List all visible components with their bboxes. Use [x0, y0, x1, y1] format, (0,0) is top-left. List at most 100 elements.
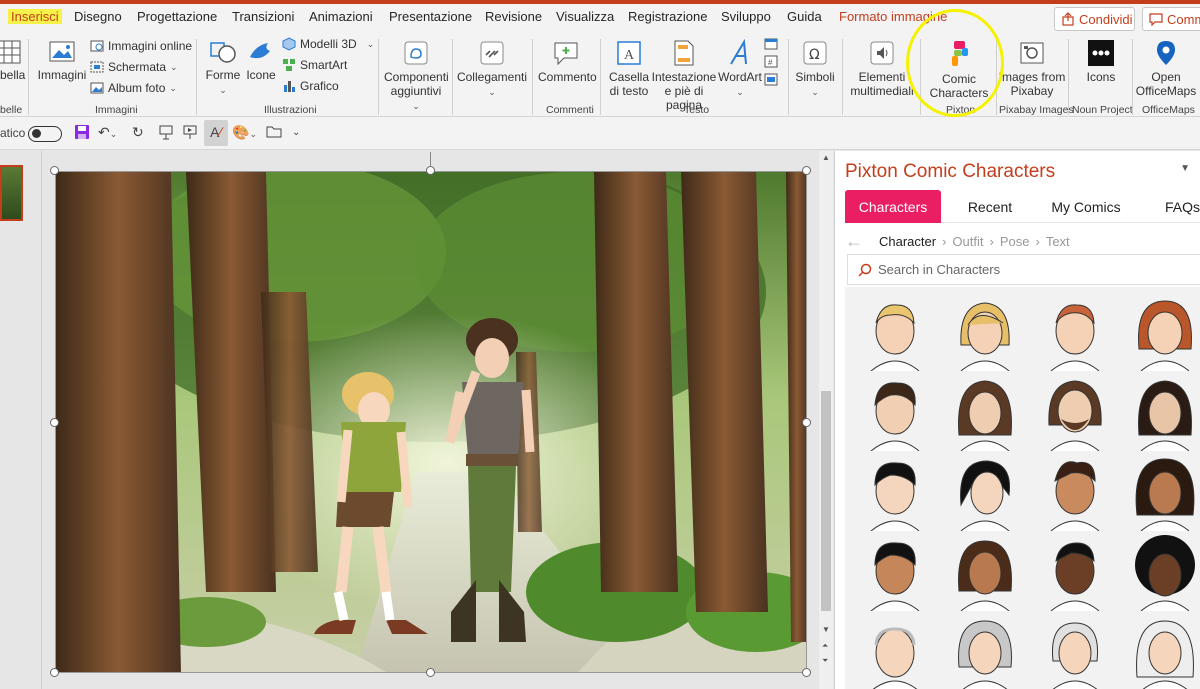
text-box-button[interactable]: A Casella di testo — [606, 39, 652, 98]
wordart-button[interactable]: WordArt ⌄ — [718, 39, 762, 99]
tab-revisione[interactable]: Revisione — [485, 9, 542, 24]
officemaps-button[interactable]: Open OfficeMaps — [1134, 39, 1198, 98]
character-avatar[interactable] — [951, 295, 1019, 371]
chart-button[interactable]: Grafico — [282, 79, 339, 93]
date-time-icon[interactable] — [764, 37, 778, 50]
character-avatar[interactable] — [951, 535, 1019, 611]
rotation-handle[interactable] — [430, 152, 431, 166]
shapes-button[interactable]: Forme ⌄ — [204, 39, 242, 97]
breadcrumb-outfit[interactable]: Outfit — [952, 234, 983, 249]
character-avatar[interactable] — [1041, 375, 1109, 451]
back-arrow-icon[interactable]: ← — [845, 231, 863, 252]
group-separator — [452, 39, 453, 115]
3d-models-button[interactable]: Modelli 3D ⌄ — [282, 37, 374, 51]
smartart-button[interactable]: SmartArt — [282, 58, 347, 72]
character-avatar[interactable] — [951, 455, 1019, 531]
tab-inserisci[interactable]: Inserisci — [8, 9, 62, 24]
character-avatar[interactable] — [861, 375, 929, 451]
resize-handle[interactable] — [50, 418, 59, 427]
resize-handle[interactable] — [426, 166, 435, 175]
character-avatar[interactable] — [1041, 295, 1109, 371]
vertical-scrollbar[interactable]: ▲ ▼ ⏶ ⏷ — [819, 151, 833, 689]
character-avatar[interactable] — [951, 375, 1019, 451]
tab-faqs[interactable]: FAQs — [1143, 190, 1200, 223]
resize-handle[interactable] — [802, 418, 811, 427]
pane-options-icon[interactable]: ▼ — [1180, 163, 1190, 174]
pixabay-button[interactable]: Images from Pixabay — [998, 39, 1066, 98]
tab-animazioni[interactable]: Animazioni — [309, 9, 373, 24]
character-avatar[interactable] — [1131, 455, 1199, 531]
svg-text:A: A — [624, 48, 635, 63]
present-icon[interactable] — [158, 124, 174, 143]
comments-button[interactable]: Comm — [1142, 7, 1200, 31]
breadcrumb-pose[interactable]: Pose — [1000, 234, 1030, 249]
character-avatar[interactable] — [861, 295, 929, 371]
breadcrumb-character[interactable]: Character — [879, 234, 936, 249]
scroll-up-icon[interactable]: ▲ — [822, 153, 830, 162]
character-avatar[interactable] — [1041, 615, 1109, 689]
header-footer-button[interactable]: Intestazione e piè di pagina — [648, 39, 720, 112]
group-label-commenti: Commenti — [546, 104, 594, 116]
tab-recent[interactable]: Recent — [947, 190, 1033, 223]
character-avatar[interactable] — [1131, 375, 1199, 451]
share-button[interactable]: Condividi — [1054, 7, 1135, 31]
photo-album-icon — [90, 82, 104, 94]
tab-disegno[interactable]: Disegno — [74, 9, 122, 24]
format-painter-icon[interactable]: A∕ — [204, 120, 228, 146]
character-avatar[interactable] — [1131, 615, 1199, 689]
resize-handle[interactable] — [802, 166, 811, 175]
pictures-button[interactable]: Immagini — [36, 39, 88, 82]
tab-characters[interactable]: Characters — [845, 190, 941, 223]
tab-registrazione[interactable]: Registrazione — [628, 9, 708, 24]
symbols-button[interactable]: Ω Simboli ⌄ — [794, 39, 836, 99]
photo-album-button[interactable]: Album foto ⌄ — [90, 81, 177, 95]
open-folder-icon[interactable] — [266, 124, 282, 141]
tab-progettazione[interactable]: Progettazione — [137, 9, 217, 24]
tab-visualizza[interactable]: Visualizza — [556, 9, 614, 24]
icons-button[interactable]: Icone — [244, 39, 278, 82]
character-avatar[interactable] — [861, 455, 929, 531]
save-icon[interactable] — [74, 124, 90, 143]
redo-icon[interactable]: ↻ — [132, 124, 144, 141]
character-avatar[interactable] — [1131, 295, 1199, 371]
character-avatar[interactable] — [1041, 535, 1109, 611]
character-avatar[interactable] — [861, 535, 929, 611]
breadcrumb-text[interactable]: Text — [1046, 234, 1070, 249]
tab-presentazione[interactable]: Presentazione — [389, 9, 472, 24]
scroll-down-icon[interactable]: ▼ — [822, 625, 830, 634]
slide-canvas[interactable] — [55, 171, 807, 673]
character-avatar[interactable] — [1041, 455, 1109, 531]
screenshot-button[interactable]: Schermata ⌄ — [90, 60, 178, 74]
addins-button[interactable]: Componenti aggiuntivi ⌄ — [384, 39, 449, 113]
previous-slide-icon[interactable]: ⏶ — [822, 641, 828, 651]
object-icon[interactable] — [764, 73, 778, 86]
tab-my-comics[interactable]: My Comics — [1041, 190, 1131, 223]
resize-handle[interactable] — [50, 668, 59, 677]
character-avatar[interactable] — [861, 615, 929, 689]
from-beginning-icon[interactable] — [182, 124, 198, 143]
resize-handle[interactable] — [802, 668, 811, 677]
resize-handle[interactable] — [50, 166, 59, 175]
new-comment-button[interactable]: Commento — [538, 39, 597, 84]
share-label: Condividi — [1079, 11, 1133, 27]
next-slide-icon[interactable]: ⏷ — [822, 656, 828, 666]
slide-thumbnail[interactable] — [0, 165, 23, 221]
tab-transizioni[interactable]: Transizioni — [232, 9, 294, 24]
tab-guida[interactable]: Guida — [787, 9, 822, 24]
tab-sviluppo[interactable]: Sviluppo — [721, 9, 771, 24]
autosave-toggle[interactable] — [28, 126, 62, 142]
palette-icon[interactable]: 🎨⌄ — [232, 124, 257, 141]
noun-icons-button[interactable]: Icons — [1074, 39, 1128, 84]
table-button[interactable]: bella — [0, 39, 25, 82]
links-button[interactable]: Collegamenti ⌄ — [456, 39, 528, 99]
slide-number-icon[interactable]: # — [764, 55, 778, 68]
character-avatar[interactable] — [1131, 535, 1199, 611]
online-pictures-button[interactable]: Immagini online — [90, 39, 192, 53]
scrollbar-thumb[interactable] — [821, 391, 831, 611]
undo-icon[interactable]: ↶⌄ — [98, 124, 117, 141]
search-input[interactable]: Search in Characters — [847, 254, 1200, 285]
resize-handle[interactable] — [426, 668, 435, 677]
customize-qat-icon[interactable]: ⌄ — [292, 127, 300, 138]
chevron-down-icon: ⌄ — [170, 61, 178, 72]
character-avatar[interactable] — [951, 615, 1019, 689]
